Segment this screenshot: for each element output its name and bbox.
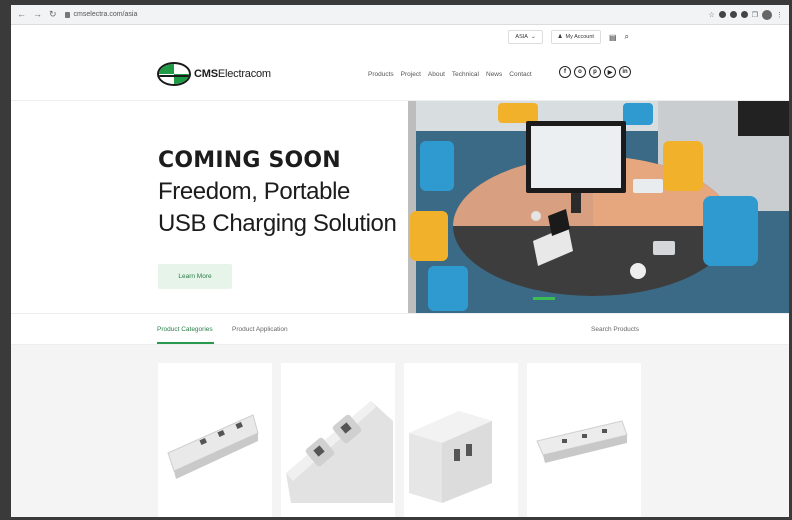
hero-office-image: [408, 101, 789, 313]
hero-heading: COMING SOON: [158, 148, 341, 173]
power-strip-image: [167, 414, 259, 479]
desk-socket-image: [286, 401, 393, 503]
hero-subheading: Freedom, Portable USB Charging Solution: [158, 176, 397, 240]
product-tabs: Product Categories Product Application S…: [11, 313, 789, 345]
hero-subheading-line: Freedom, Portable: [158, 178, 350, 205]
star-icon[interactable]: ☆: [708, 11, 714, 19]
hero-text-panel: COMING SOON Freedom, Portable USB Chargi…: [11, 101, 408, 313]
site-logo[interactable]: CMSElectracom: [157, 62, 271, 86]
reload-icon[interactable]: ↻: [49, 9, 57, 20]
logo-mark: [157, 62, 191, 86]
menu-item-about[interactable]: About: [428, 71, 445, 78]
pinterest-icon[interactable]: p: [589, 66, 601, 78]
menu-item-products[interactable]: Products: [368, 71, 394, 78]
product-card[interactable]: [281, 363, 395, 517]
menu-item-project[interactable]: Project: [401, 71, 421, 78]
tab-product-application[interactable]: Product Application: [232, 326, 288, 333]
user-icon: ♟: [557, 34, 563, 40]
menu-item-technical[interactable]: Technical: [452, 71, 479, 78]
product-card[interactable]: [404, 363, 518, 517]
account-button[interactable]: ♟ My Account: [550, 30, 601, 44]
youtube-icon[interactable]: ▶: [604, 66, 616, 78]
tab-product-categories[interactable]: Product Categories: [157, 326, 213, 333]
linkedin-icon[interactable]: in: [619, 66, 631, 78]
region-select[interactable]: ASIA ⌄: [508, 30, 543, 44]
kebab-menu-icon[interactable]: ⋮: [776, 11, 783, 19]
product-grid: [11, 345, 789, 517]
social-links: f o p ▶ in: [559, 66, 631, 78]
main-menu: Products Project About Technical News Co…: [368, 71, 532, 78]
address-bar[interactable]: cmselectra.com/asia: [64, 11, 709, 18]
browser-nav: ← → ↻: [17, 9, 57, 20]
active-tab-indicator: [157, 342, 214, 344]
office-illustration: [408, 101, 789, 313]
extension-icon[interactable]: [729, 11, 737, 18]
logo-text: CMSElectracom: [194, 68, 271, 80]
instagram-icon[interactable]: o: [574, 66, 586, 78]
browser-toolbar: ← → ↻ cmselectra.com/asia ☆ ❐ ⋮: [11, 5, 789, 25]
extension-icon[interactable]: [740, 11, 748, 18]
profile-avatar[interactable]: [762, 9, 772, 20]
menu-item-contact[interactable]: Contact: [509, 71, 531, 78]
browser-window: ← → ↻ cmselectra.com/asia ☆ ❐ ⋮ ASIA ⌄ ♟…: [11, 5, 789, 517]
account-label: My Account: [565, 34, 594, 40]
extensions-area: ☆ ❐ ⋮: [708, 9, 783, 20]
hero-banner: COMING SOON Freedom, Portable USB Chargi…: [11, 101, 789, 313]
facebook-icon[interactable]: f: [559, 66, 571, 78]
extension-icon[interactable]: [718, 11, 726, 18]
product-card[interactable]: [158, 363, 272, 517]
product-card[interactable]: [527, 363, 641, 517]
search-products-link[interactable]: Search Products: [591, 326, 639, 333]
back-icon[interactable]: ←: [17, 9, 26, 20]
power-track-image: [536, 420, 628, 463]
site-header: CMSElectracom Products Project About Tec…: [11, 49, 789, 101]
puzzle-icon[interactable]: ❐: [752, 11, 758, 19]
usb-module-image: [409, 411, 492, 503]
chevron-down-icon: ⌄: [530, 34, 536, 40]
region-label: ASIA: [515, 34, 528, 40]
utility-bar: ASIA ⌄ ♟ My Account ▤ ⌕: [11, 25, 789, 49]
learn-more-button[interactable]: Learn More: [158, 264, 232, 289]
url-text: cmselectra.com/asia: [73, 11, 138, 18]
forward-icon[interactable]: →: [33, 9, 42, 20]
screenshot-frame: ← → ↻ cmselectra.com/asia ☆ ❐ ⋮ ASIA ⌄ ♟…: [0, 0, 792, 520]
hero-subheading-line: USB Charging Solution: [158, 210, 397, 237]
clipboard-icon[interactable]: ▤: [609, 33, 617, 42]
menu-item-news[interactable]: News: [486, 71, 502, 78]
lock-icon: [64, 11, 70, 18]
search-icon[interactable]: ⌕: [625, 32, 629, 42]
